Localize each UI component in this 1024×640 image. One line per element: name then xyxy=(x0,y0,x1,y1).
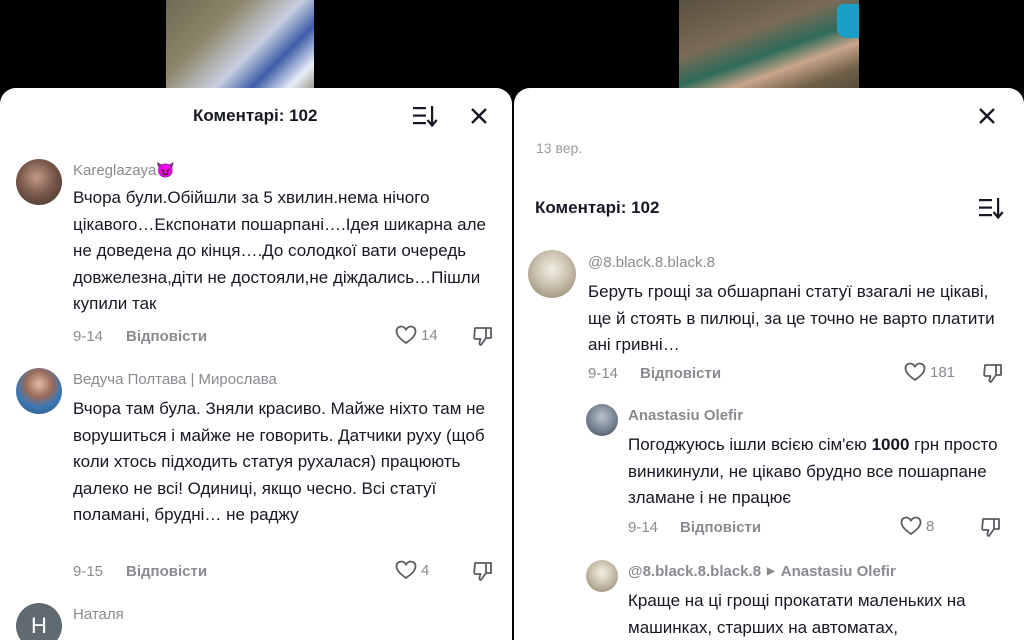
sort-icon[interactable] xyxy=(978,197,1004,219)
avatar[interactable] xyxy=(586,560,618,592)
reply-button[interactable]: Відповісти xyxy=(126,328,207,345)
comments-title: Коментарі: 102 xyxy=(535,198,660,217)
avatar[interactable] xyxy=(528,250,576,298)
dislike-icon[interactable] xyxy=(982,362,1004,384)
left-screenshot: Коментарі: 102 Kareglazaya😈 Вчора були.О… xyxy=(0,0,512,640)
avatar[interactable] xyxy=(16,159,62,205)
comment-text-amount: 1000 xyxy=(871,435,910,454)
dislike-icon[interactable] xyxy=(472,325,494,347)
avatar[interactable]: Н xyxy=(16,603,62,640)
comment-date: 9-14 xyxy=(628,519,659,536)
like-count: 4 xyxy=(421,561,430,579)
avatar[interactable] xyxy=(586,404,618,436)
reply-arrow-icon: ▶ xyxy=(767,566,775,577)
heart-icon xyxy=(395,560,417,580)
comment-text: Вчора були.Обійшли за 5 хвилин.нема нічо… xyxy=(73,188,486,313)
video-preview xyxy=(166,0,314,100)
like-button[interactable]: 181 xyxy=(904,362,955,382)
video-detail xyxy=(837,4,859,38)
comment-text: Вчора там була. Зняли красиво. Майже ніх… xyxy=(73,399,485,524)
comments-title: Коментарі: 102 xyxy=(193,106,318,125)
reply-to-author[interactable]: Anastasiu Olefir xyxy=(781,563,896,580)
like-button[interactable]: 4 xyxy=(395,560,429,580)
reply-button[interactable]: Відповісти xyxy=(126,563,207,580)
comments-sheet: Коментарі: 102 Kareglazaya😈 Вчора були.О… xyxy=(0,88,512,640)
comments-sheet: 13 вер. Коментарі: 102 @8.black.8.black.… xyxy=(514,88,1024,640)
comment-author[interactable]: Anastasiu Olefir xyxy=(628,407,743,424)
comment-text-part: Погоджуюсь ішли всією сім'єю xyxy=(628,435,872,454)
reply-header: @8.black.8.black.8 ▶ Anastasiu Olefir xyxy=(628,563,896,580)
like-button[interactable]: 14 xyxy=(395,325,438,345)
sort-icon[interactable] xyxy=(412,105,438,127)
comment-author[interactable]: Ведуча Полтава | Мирослава xyxy=(73,371,277,388)
comment-date: 9-14 xyxy=(588,365,619,382)
avatar[interactable] xyxy=(16,368,62,414)
like-count: 8 xyxy=(926,517,935,535)
comment-text: Беруть грощі за обшарпані статуї взагалі… xyxy=(588,282,995,354)
reply-button[interactable]: Відповісти xyxy=(640,365,721,382)
previous-comment-date: 13 вер. xyxy=(536,140,583,156)
comment-text: Краще на ці грощі прокатати маленьких на… xyxy=(628,591,966,637)
comment-author[interactable]: Kareglazaya😈 xyxy=(73,161,175,179)
reply-button[interactable]: Відповісти xyxy=(680,519,761,536)
heart-icon xyxy=(395,325,417,345)
comment-date: 9-15 xyxy=(73,563,104,580)
dislike-icon[interactable] xyxy=(472,560,494,582)
video-preview xyxy=(679,0,859,100)
comment-date: 9-14 xyxy=(73,328,104,345)
comment-author[interactable]: @8.black.8.black.8 xyxy=(588,254,715,271)
like-count: 14 xyxy=(421,326,438,344)
comment-author[interactable]: Наталя xyxy=(73,606,124,623)
like-count: 181 xyxy=(930,363,956,381)
right-screenshot: 13 вер. Коментарі: 102 @8.black.8.black.… xyxy=(514,0,1024,640)
comment-text: Погоджуюсь ішли всією сім'єю 1000 грн пр… xyxy=(628,432,1008,512)
heart-icon xyxy=(904,362,926,382)
close-icon[interactable] xyxy=(978,107,996,125)
dislike-icon[interactable] xyxy=(980,516,1002,538)
like-button[interactable]: 8 xyxy=(900,516,934,536)
comment-author[interactable]: @8.black.8.black.8 xyxy=(628,563,761,580)
close-icon[interactable] xyxy=(470,107,488,125)
heart-icon xyxy=(900,516,922,536)
